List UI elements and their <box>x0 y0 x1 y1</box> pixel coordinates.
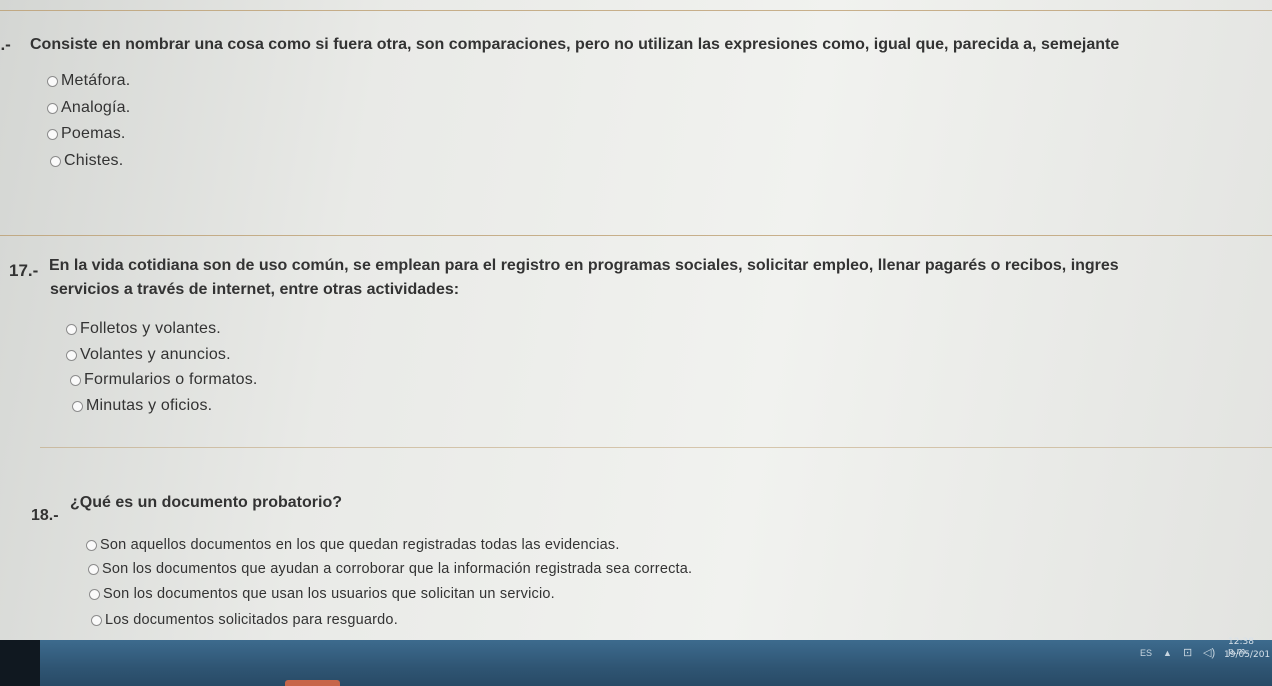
radio-button[interactable] <box>50 155 61 167</box>
option-label: Son los documentos que ayudan a corrobor… <box>102 561 693 577</box>
radio-button[interactable] <box>70 374 81 386</box>
radio-button[interactable] <box>88 563 99 575</box>
top-divider <box>0 10 1272 11</box>
option-metafora[interactable]: Metáfora. <box>47 72 130 90</box>
radio-button[interactable] <box>47 75 58 87</box>
radio-button[interactable] <box>91 614 102 626</box>
radio-button[interactable] <box>66 349 77 361</box>
radio-button[interactable] <box>89 588 100 600</box>
option-usuarios[interactable]: Son los documentos que usan los usuarios… <box>89 586 555 602</box>
option-volantes[interactable]: Volantes y anuncios. <box>66 346 231 364</box>
radio-button[interactable] <box>72 400 83 412</box>
question-text: ¿Qué es un documento probatorio? <box>70 494 342 511</box>
divider-q17 <box>0 235 1272 236</box>
question-number: 17.- <box>9 261 39 280</box>
taskbar <box>0 640 1272 686</box>
option-formularios[interactable]: Formularios o formatos. <box>70 371 258 389</box>
question-text-line-1: En la vida cotidiana son de uso común, s… <box>49 257 1119 274</box>
option-label: Formularios o formatos. <box>84 371 258 388</box>
option-evidencias[interactable]: Son aquellos documentos en los que queda… <box>86 537 620 553</box>
radio-button[interactable] <box>47 102 58 114</box>
language-indicator[interactable]: ES <box>1140 648 1152 658</box>
option-analogia[interactable]: Analogía. <box>47 99 130 117</box>
option-label: Volantes y anuncios. <box>80 346 231 363</box>
option-corroborar[interactable]: Son los documentos que ayudan a corrobor… <box>88 561 692 577</box>
radio-button[interactable] <box>66 323 77 335</box>
question-number: 6.- <box>0 35 11 54</box>
question-number: 18.- <box>31 507 59 524</box>
option-label: Son los documentos que usan los usuarios… <box>103 586 555 602</box>
option-label: Metáfora. <box>61 72 131 89</box>
chevron-up-icon[interactable]: ▲ <box>1163 648 1172 658</box>
option-label: Los documentos solicitados para resguard… <box>105 612 398 628</box>
question-text-line-2: servicios a través de internet, entre ot… <box>50 281 460 298</box>
option-label: Poemas. <box>61 125 126 142</box>
option-minutas[interactable]: Minutas y oficios. <box>72 397 212 415</box>
option-chistes[interactable]: Chistes. <box>50 152 123 170</box>
network-icon[interactable]: ⊡ <box>1183 646 1192 659</box>
option-label: Folletos y volantes. <box>80 320 221 337</box>
option-folletos[interactable]: Folletos y volantes. <box>66 320 221 338</box>
option-poemas[interactable]: Poemas. <box>47 125 126 143</box>
question-text: Consiste en nombrar una cosa como si fue… <box>30 36 1120 53</box>
option-resguardo[interactable]: Los documentos solicitados para resguard… <box>91 612 398 628</box>
divider-q18 <box>40 447 1272 448</box>
active-app-indicator[interactable] <box>285 680 340 686</box>
option-label: Son aquellos documentos en los que queda… <box>100 537 620 553</box>
start-area[interactable] <box>0 640 40 686</box>
clock-date[interactable]: 19/05/201 <box>1224 650 1270 660</box>
option-label: Minutas y oficios. <box>86 397 213 414</box>
radio-button[interactable] <box>86 539 97 551</box>
speaker-icon[interactable]: ◁) <box>1203 646 1215 659</box>
option-label: Analogía. <box>61 99 131 116</box>
option-label: Chistes. <box>64 152 124 169</box>
radio-button[interactable] <box>47 128 58 140</box>
